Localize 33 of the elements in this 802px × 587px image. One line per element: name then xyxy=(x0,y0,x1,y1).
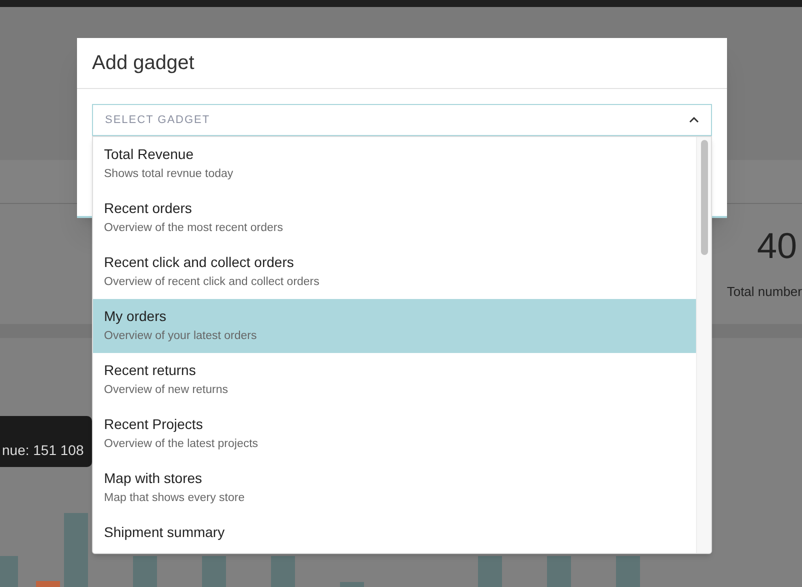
dropdown-option[interactable]: My orders Overview of your latest orders xyxy=(93,299,696,353)
option-title: My orders xyxy=(104,307,166,326)
option-title: Recent Projects xyxy=(104,415,203,434)
chart-tooltip: nue: 151 108 xyxy=(0,416,92,467)
modal-title: Add gadget xyxy=(92,51,194,76)
dropdown-option[interactable]: Shipment summary xyxy=(93,515,696,553)
option-title: Recent click and collect orders xyxy=(104,253,294,272)
option-description: Overview of the latest projects xyxy=(104,437,258,452)
chart-bar xyxy=(36,581,60,587)
option-description: Overview of the most recent orders xyxy=(104,221,283,236)
option-title: Total Revenue xyxy=(104,145,194,164)
option-description: Overview of your latest orders xyxy=(104,329,257,344)
chart-bar xyxy=(547,556,571,587)
chart-bar xyxy=(133,556,157,587)
option-title: Map with stores xyxy=(104,469,202,488)
chart-bar xyxy=(340,582,364,587)
caret-icon xyxy=(689,117,699,123)
option-title: Recent orders xyxy=(104,199,192,218)
chart-bar xyxy=(616,556,640,587)
option-title: Recent returns xyxy=(104,361,196,380)
chart-bar xyxy=(478,556,502,587)
chart-bar xyxy=(271,556,295,587)
stat-value: 40 xyxy=(757,228,798,264)
scrollbar-thumb[interactable] xyxy=(700,140,708,255)
chart-bar xyxy=(202,556,226,587)
option-title: Shipment summary xyxy=(104,523,225,542)
option-description: Shows total revnue today xyxy=(104,167,234,182)
option-description: Map that shows every store xyxy=(104,491,245,506)
option-description: Overview of recent click and collect orders xyxy=(104,275,320,290)
stat-label: Total number xyxy=(726,283,802,301)
chart-bar xyxy=(0,556,18,587)
dropdown-option[interactable]: Total Revenue Shows total revnue today xyxy=(93,137,696,191)
option-description: Overview of new returns xyxy=(104,383,228,398)
